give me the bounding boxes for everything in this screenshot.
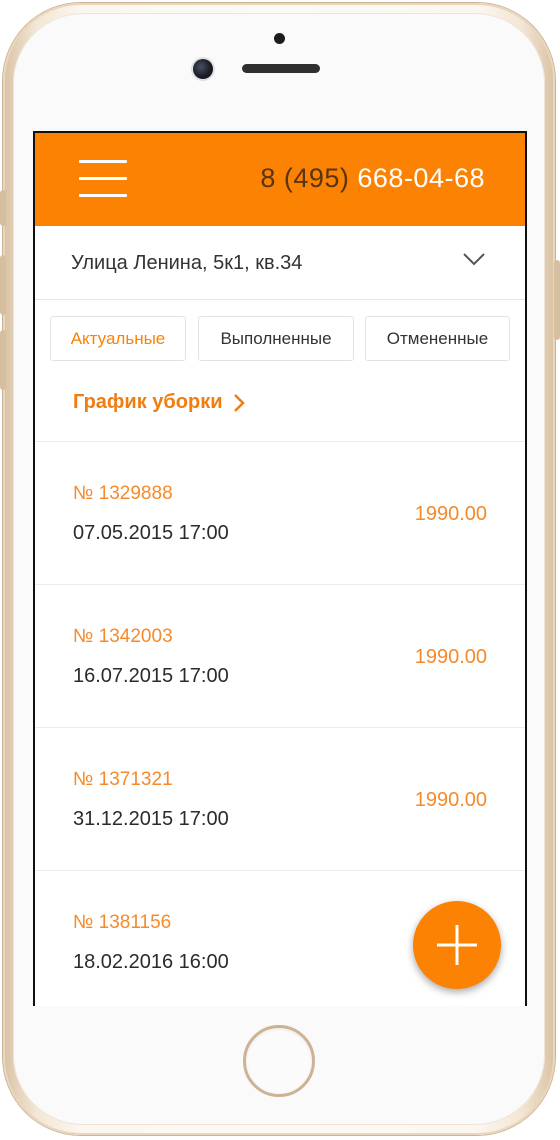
order-price: 1990.00 (414, 503, 487, 525)
order-datetime: 16.07.2015 17:00 (73, 665, 229, 687)
order-price: 1990.00 (414, 646, 487, 668)
side-button-mute (0, 190, 6, 226)
order-number: № 1342003 (73, 626, 173, 647)
order-number: № 1371321 (73, 769, 173, 790)
address-text: Улица Ленина, 5к1, кв.34 (71, 252, 303, 274)
home-button[interactable] (243, 1025, 315, 1097)
address-selector[interactable]: Улица Ленина, 5к1, кв.34 (35, 226, 525, 300)
order-item[interactable]: № 1371321 31.12.2015 17:00 1990.00 (35, 727, 525, 870)
side-button-volume-down (0, 330, 6, 390)
side-button-power (554, 260, 560, 340)
tab-completed[interactable]: Выполненные (198, 316, 354, 361)
cleaning-schedule-link[interactable]: График уборки (73, 391, 245, 414)
tab-current[interactable]: Актуальные (50, 316, 186, 361)
order-number: № 1381156 (73, 912, 172, 933)
phone-prefix: 8 (495) (260, 163, 350, 193)
order-item[interactable]: № 1329888 07.05.2015 17:00 1990.00 (35, 441, 525, 584)
app-header: 8 (495) 668-04-68 (35, 133, 525, 226)
earpiece-speaker (242, 64, 320, 73)
chevron-right-icon (233, 393, 245, 412)
phone-number[interactable]: 8 (495) 668-04-68 (260, 163, 485, 194)
front-camera-icon (193, 59, 213, 79)
side-button-volume-up (0, 255, 6, 315)
order-price: 1990.00 (414, 789, 487, 811)
plus-icon (437, 925, 477, 965)
hamburger-menu-icon[interactable] (79, 160, 127, 198)
order-datetime: 07.05.2015 17:00 (73, 522, 229, 544)
order-number: № 1329888 (73, 483, 173, 504)
order-item[interactable]: № 1342003 16.07.2015 17:00 1990.00 (35, 584, 525, 727)
add-order-button[interactable] (413, 901, 501, 989)
schedule-label: График уборки (73, 391, 223, 413)
order-datetime: 31.12.2015 17:00 (73, 808, 229, 830)
app-screen: 8 (495) 668-04-68 Улица Ленина, 5к1, кв.… (33, 131, 527, 1006)
proximity-sensor (274, 33, 285, 44)
order-datetime: 18.02.2016 16:00 (73, 951, 229, 973)
phone-main: 668-04-68 (357, 163, 485, 193)
order-status-tabs: Актуальные Выполненные Отмененные (50, 316, 510, 364)
tab-cancelled[interactable]: Отмененные (365, 316, 510, 361)
chevron-down-icon (463, 253, 485, 266)
